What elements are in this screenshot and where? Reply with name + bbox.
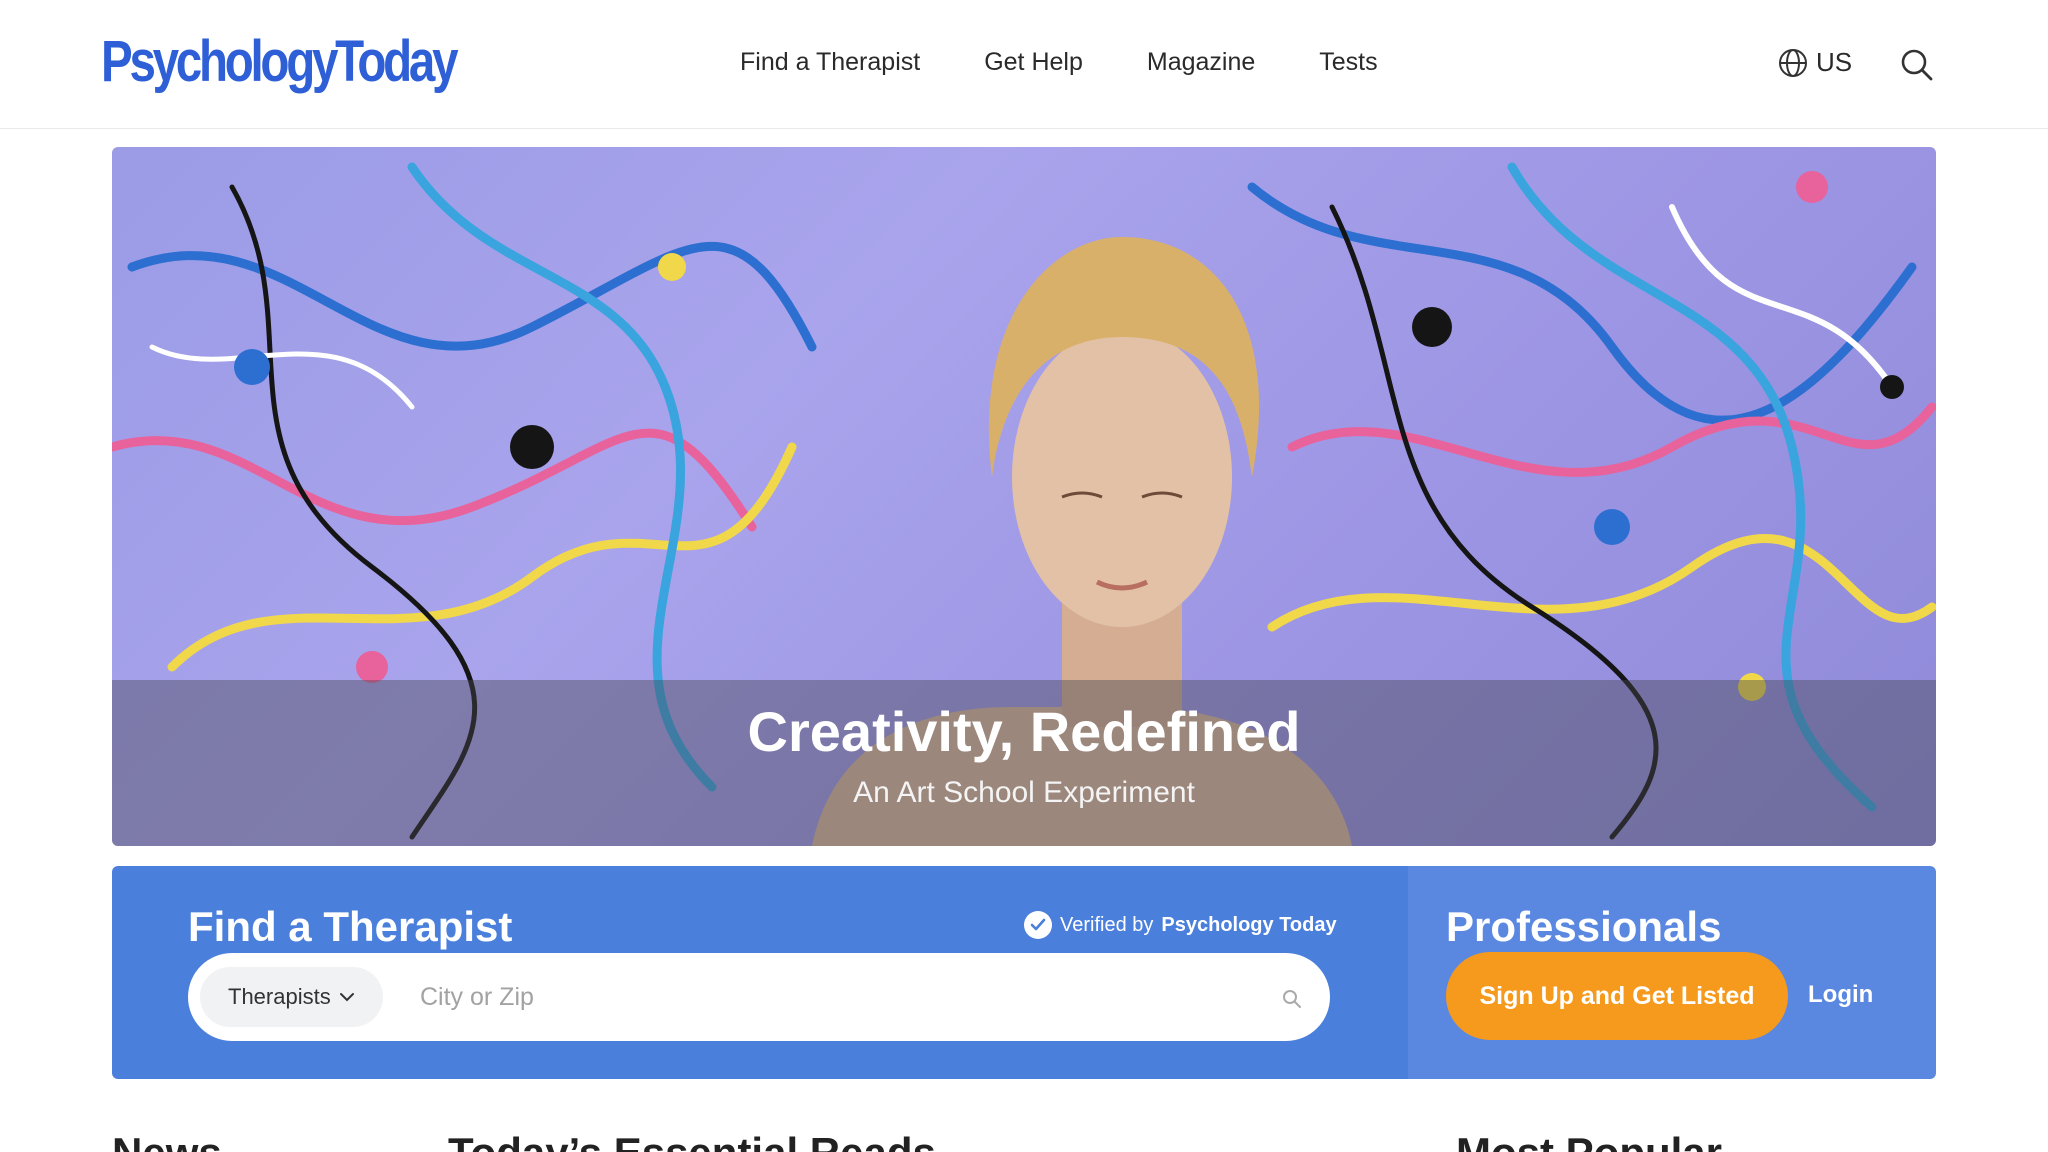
section-heading-news: News xyxy=(112,1128,222,1152)
nav-find-therapist[interactable]: Find a Therapist xyxy=(740,44,920,80)
chevron-down-icon xyxy=(339,993,354,1002)
nav-magazine[interactable]: Magazine xyxy=(1147,44,1255,80)
therapist-search-bar: Therapists xyxy=(188,953,1330,1041)
verified-brand: Psychology Today xyxy=(1161,914,1337,936)
region-label: US xyxy=(1816,47,1853,77)
hero-subtitle: An Art School Experiment xyxy=(853,776,1195,809)
city-zip-input[interactable] xyxy=(420,975,1220,1019)
hero-title[interactable]: Creativity, Redefined xyxy=(112,700,1936,764)
search-icon[interactable] xyxy=(1900,48,1934,82)
site-logo[interactable]: PsychologyToday xyxy=(101,30,459,94)
nav-get-help[interactable]: Get Help xyxy=(984,44,1083,80)
hero-banner[interactable]: Creativity, Redefined An Art School Expe… xyxy=(112,147,1936,846)
find-therapist-title: Find a Therapist xyxy=(188,903,513,950)
nav-tests[interactable]: Tests xyxy=(1319,44,1377,80)
professionals-panel: Professionals Sign Up and Get Listed Log… xyxy=(1408,866,1936,1079)
signup-button[interactable]: Sign Up and Get Listed xyxy=(1446,952,1788,1040)
professionals-title: Professionals xyxy=(1446,903,1722,950)
provider-type-value: Therapists xyxy=(228,984,331,1009)
verified-badge: Verified by Psychology Today xyxy=(1024,911,1337,939)
section-heading-most-popular: Most Popular xyxy=(1456,1128,1722,1152)
main-nav: Find a Therapist Get Help Magazine Tests xyxy=(740,44,1442,80)
section-heading-essential-reads: Today’s Essential Reads xyxy=(448,1128,936,1152)
globe-icon xyxy=(1779,48,1807,77)
find-therapist-panel: Find a Therapist Verified by Psychology … xyxy=(112,866,1408,1079)
verified-prefix: Verified by xyxy=(1060,914,1154,936)
search-icon[interactable] xyxy=(1282,989,1302,1009)
check-circle-icon xyxy=(1024,911,1052,939)
login-link[interactable]: Login xyxy=(1808,980,1873,1010)
site-header: PsychologyToday Find a Therapist Get Hel… xyxy=(0,0,2048,129)
provider-type-select[interactable]: Therapists xyxy=(200,967,383,1027)
region-selector[interactable]: US xyxy=(1778,47,1852,78)
